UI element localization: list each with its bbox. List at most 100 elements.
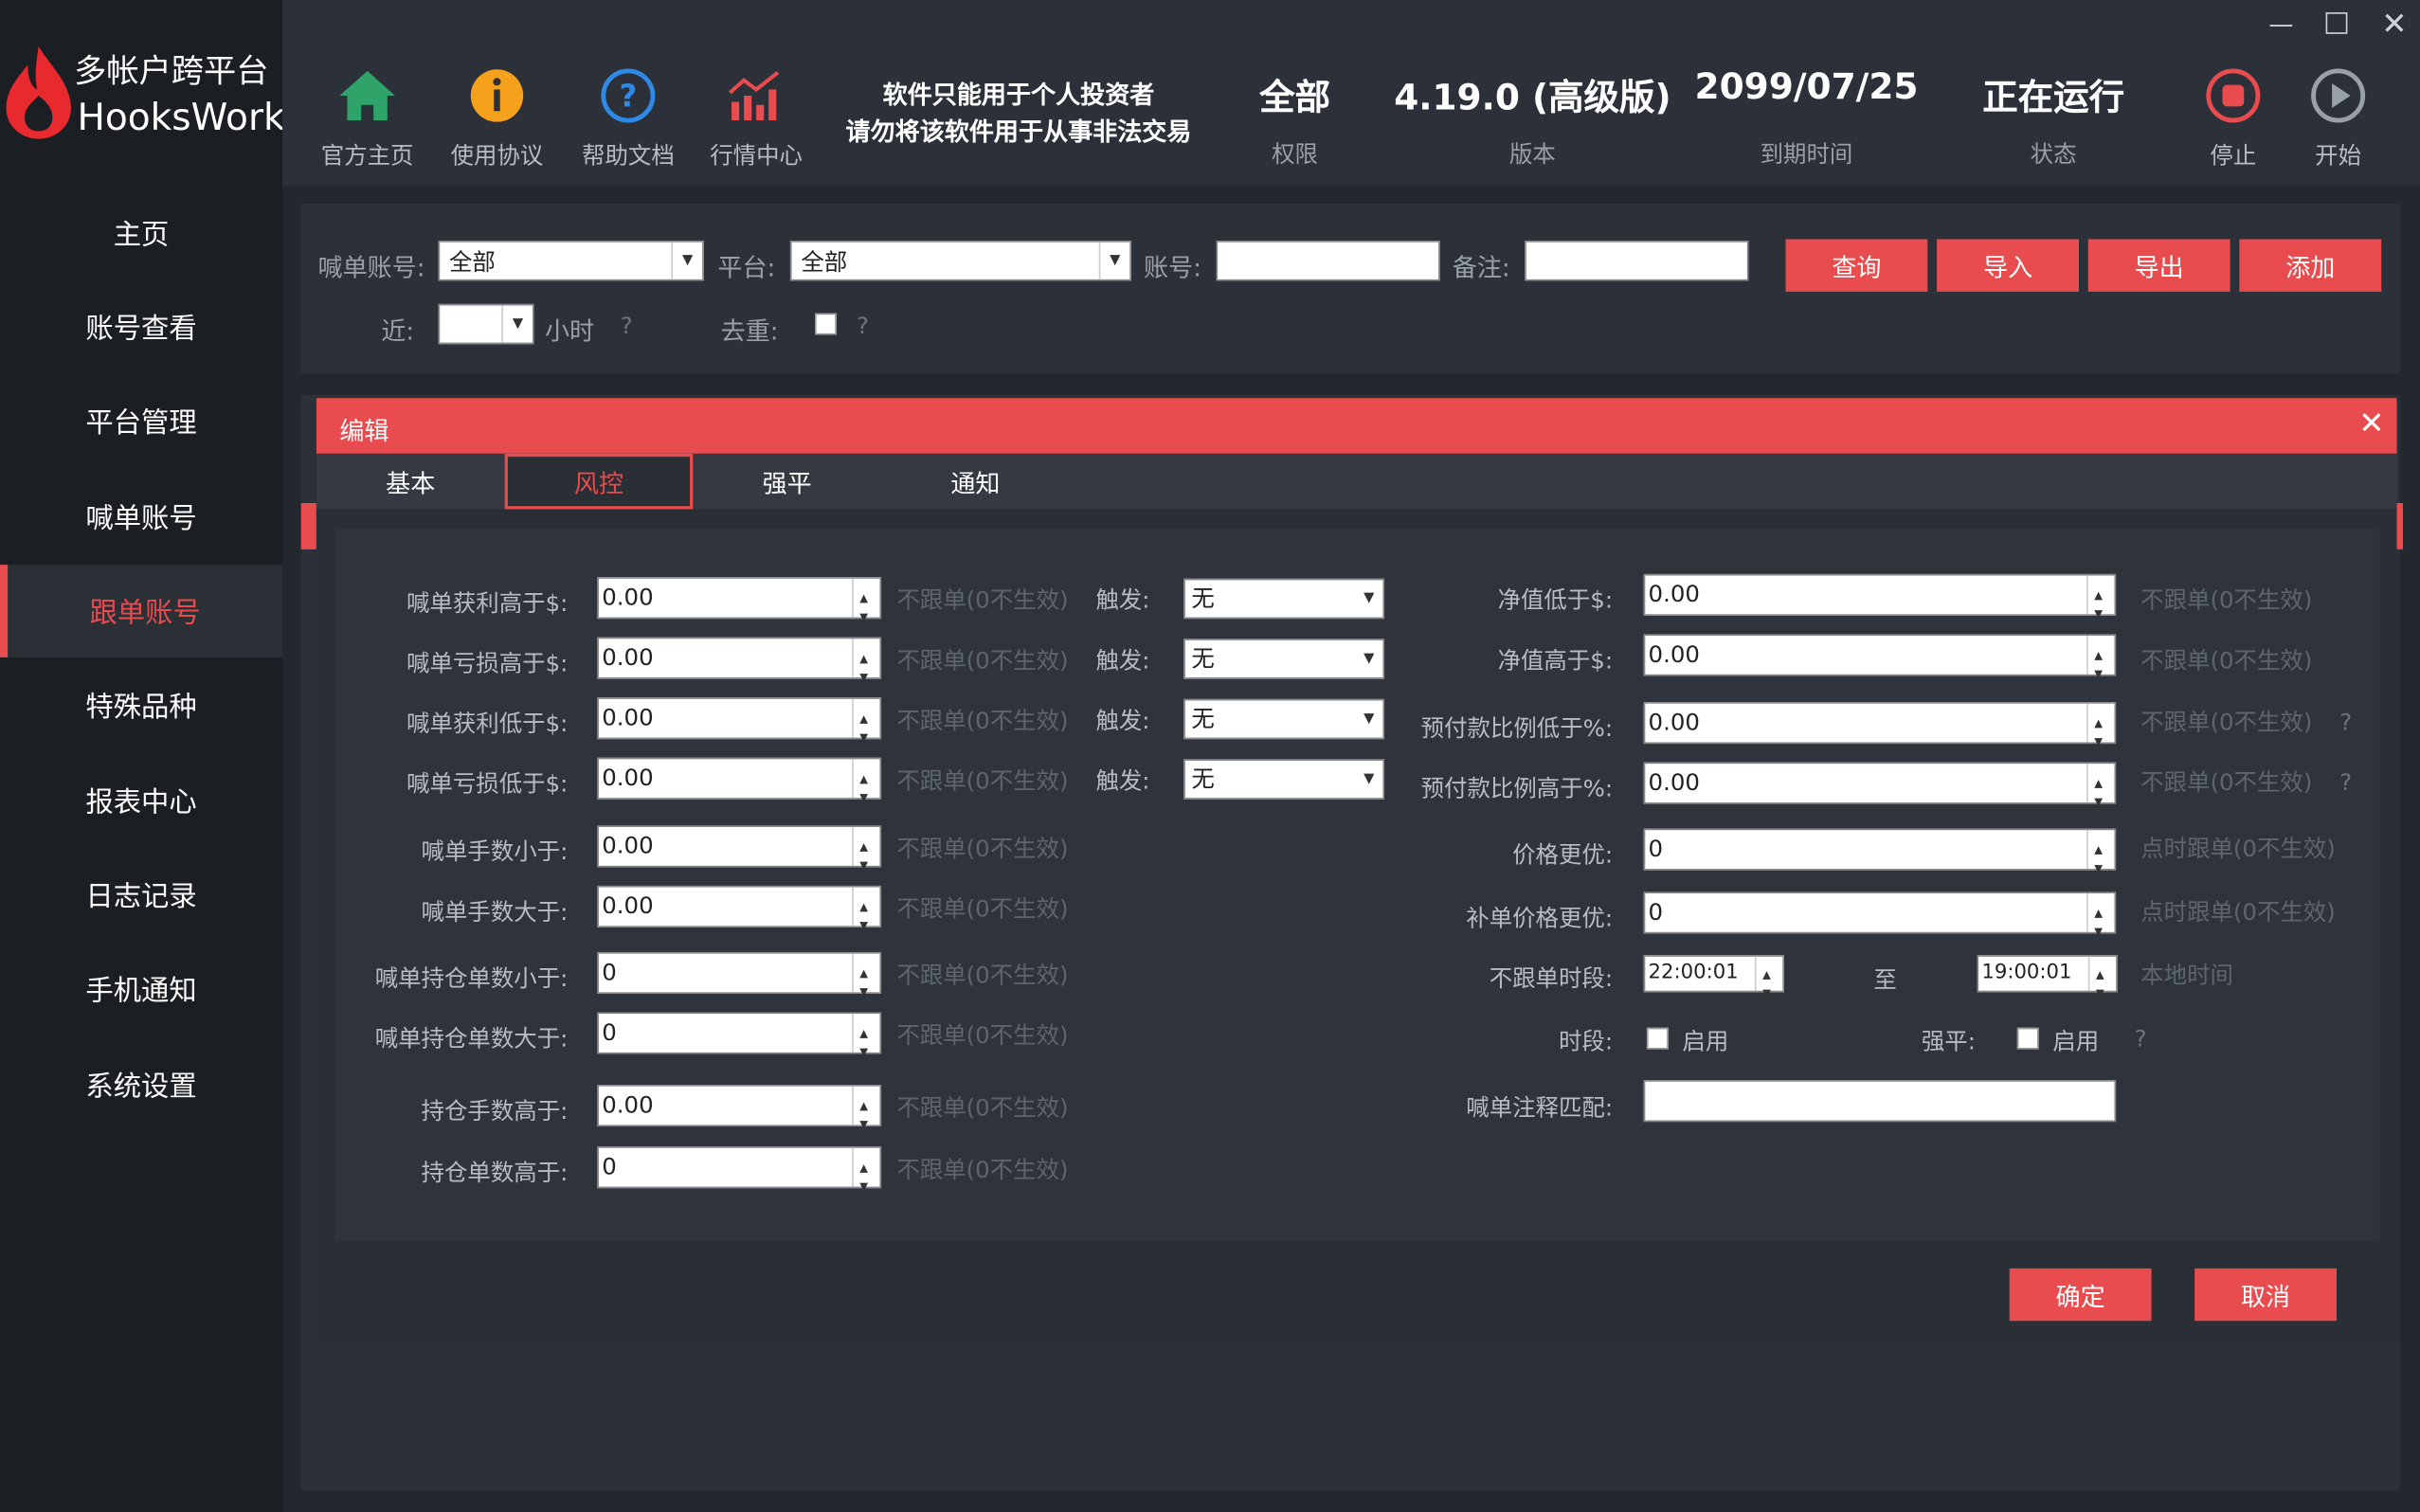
query-button[interactable]: 查询 — [1785, 239, 1928, 292]
app-window: 多帐户跨平台 HooksWork 主页 账号查看 平台管理 喊单账号 跟单账号 … — [0, 0, 2420, 1512]
minimize-icon[interactable]: — — [2268, 9, 2293, 39]
better-price-input[interactable]: 0 — [1643, 828, 2117, 889]
table-header-stub-right — [2396, 502, 2404, 549]
platform-select[interactable]: 全部 ▼ — [789, 241, 1131, 281]
trigger-select[interactable]: 无 ▼ — [1183, 698, 1385, 740]
spinner-icon[interactable] — [852, 887, 879, 945]
trigger-select[interactable]: 无 ▼ — [1183, 759, 1385, 800]
equity-below-input[interactable]: 0.00 — [1643, 573, 2117, 634]
help-qmark[interactable]: ? — [621, 312, 633, 339]
spinner-icon[interactable] — [852, 698, 879, 758]
help-button[interactable]: ? 帮助文档 — [567, 62, 690, 171]
holding-lots-above-input[interactable]: 0.00 — [597, 1085, 882, 1145]
sidebar-item-mobile-notify[interactable]: 手机通知 — [0, 943, 282, 1035]
sidebar-item-settings[interactable]: 系统设置 — [0, 1038, 282, 1131]
export-button[interactable]: 导出 — [2087, 239, 2230, 292]
flame-logo-icon — [6, 45, 71, 139]
sidebar-item-platform[interactable]: 平台管理 — [0, 375, 282, 468]
import-button[interactable]: 导入 — [1937, 239, 2079, 292]
force-enable-checkbox[interactable] — [2016, 1027, 2039, 1050]
home-button[interactable]: 官方主页 — [306, 62, 429, 171]
maximize-icon[interactable] — [2325, 12, 2348, 34]
spinner-icon[interactable] — [2087, 956, 2116, 1011]
row-hint: 点时跟单(0不生效) — [2140, 897, 2336, 927]
help-qmark[interactable]: ? — [2339, 768, 2352, 796]
add-button[interactable]: 添加 — [2239, 239, 2382, 292]
recent-hours-select[interactable]: ▼ — [438, 303, 534, 345]
spinner-icon[interactable] — [852, 1147, 879, 1207]
time-to-input[interactable]: 19:00:01 — [1977, 955, 2118, 1011]
input-value: 0.00 — [1648, 708, 1700, 736]
sidebar-item-logs[interactable]: 日志记录 — [0, 849, 282, 942]
signal-loss-below-input[interactable]: 0.00 — [597, 757, 882, 818]
signal-profit-below-input[interactable]: 0.00 — [597, 697, 882, 758]
sidebar-item-home[interactable]: 主页 — [0, 187, 282, 279]
refill-better-price-input[interactable]: 0 — [1643, 891, 2117, 952]
signal-positions-below-input[interactable]: 0 — [597, 951, 882, 1012]
spinner-icon[interactable] — [852, 578, 879, 638]
spinner-icon[interactable] — [852, 953, 879, 1012]
spinner-icon[interactable] — [852, 827, 879, 886]
period-enable-checkbox[interactable] — [1646, 1027, 1669, 1050]
sidebar-item-signal-account[interactable]: 喊单账号 — [0, 471, 282, 564]
chevron-down-icon: ▼ — [1364, 711, 1375, 728]
row-hint: 不跟单(0不生效) — [2140, 585, 2313, 615]
spinner-icon[interactable] — [852, 639, 879, 697]
chevron-down-icon: ▼ — [1364, 771, 1375, 787]
start-button[interactable]: 开始 — [2276, 62, 2399, 171]
spinner-icon[interactable] — [852, 1086, 879, 1145]
remark-label: 备注: — [1452, 253, 1510, 283]
trigger-select[interactable]: 无 ▼ — [1183, 639, 1385, 679]
dedup-label: 去重: — [720, 315, 779, 346]
time-from-input[interactable]: 22:00:01 — [1643, 955, 1784, 1011]
signal-account-select[interactable]: 全部 ▼ — [438, 241, 704, 281]
spinner-icon[interactable] — [2086, 636, 2114, 694]
remark-input[interactable] — [1525, 241, 1749, 281]
spinner-icon[interactable] — [2086, 575, 2114, 634]
signal-positions-above-input[interactable]: 0 — [597, 1012, 882, 1072]
table-header-stub — [300, 502, 316, 549]
trigger-label: 触发: — [1095, 585, 1150, 615]
row-label: 补单价格更优: — [1466, 904, 1614, 932]
help-icon: ? — [601, 68, 656, 123]
help-qmark[interactable]: ? — [2135, 1025, 2147, 1053]
spinner-icon[interactable] — [1754, 956, 1782, 1011]
info-icon — [470, 69, 524, 122]
account-input[interactable] — [1216, 241, 1440, 281]
ok-button[interactable]: 确定 — [2009, 1268, 2152, 1322]
signal-lots-below-input[interactable]: 0.00 — [597, 825, 882, 886]
margin-ratio-below-input[interactable]: 0.00 — [1643, 702, 2117, 763]
sidebar-item-follow-account[interactable]: 跟单账号 — [0, 565, 283, 657]
agreement-button[interactable]: 使用协议 — [435, 62, 558, 171]
holding-positions-above-input[interactable]: 0 — [597, 1146, 882, 1207]
close-icon[interactable]: ✕ — [2358, 407, 2384, 439]
comment-match-input[interactable] — [1643, 1080, 2117, 1123]
spinner-icon[interactable] — [2086, 703, 2114, 763]
tab-basic[interactable]: 基本 — [316, 454, 505, 510]
cancel-button[interactable]: 取消 — [2194, 1268, 2338, 1322]
signal-profit-above-input[interactable]: 0.00 — [597, 577, 882, 638]
signal-lots-above-input[interactable]: 0.00 — [597, 885, 882, 945]
spinner-icon[interactable] — [2086, 764, 2114, 822]
tab-notify[interactable]: 通知 — [881, 454, 1070, 510]
dedup-checkbox[interactable] — [815, 313, 837, 335]
margin-ratio-above-input[interactable]: 0.00 — [1643, 762, 2117, 822]
tab-force-close[interactable]: 强平 — [693, 454, 881, 510]
signal-loss-above-input[interactable]: 0.00 — [597, 637, 882, 697]
market-button[interactable]: 行情中心 — [695, 62, 818, 171]
sidebar-item-special-symbols[interactable]: 特殊品种 — [0, 658, 282, 751]
spinner-icon[interactable] — [852, 759, 879, 818]
spinner-icon[interactable] — [2086, 830, 2114, 889]
account-label: 账号: — [1143, 253, 1201, 283]
help-qmark[interactable]: ? — [857, 312, 869, 339]
sidebar-item-reports[interactable]: 报表中心 — [0, 754, 282, 847]
trigger-select[interactable]: 无 ▼ — [1183, 578, 1385, 620]
tab-risk-control[interactable]: 风控 — [504, 453, 694, 510]
input-value: 0.00 — [602, 1090, 654, 1119]
close-window-icon[interactable]: ✕ — [2381, 5, 2407, 42]
help-qmark[interactable]: ? — [2339, 709, 2352, 736]
equity-above-input[interactable]: 0.00 — [1643, 634, 2117, 694]
spinner-icon[interactable] — [852, 1014, 879, 1072]
spinner-icon[interactable] — [2086, 893, 2114, 952]
sidebar-item-account-view[interactable]: 账号查看 — [0, 280, 282, 373]
